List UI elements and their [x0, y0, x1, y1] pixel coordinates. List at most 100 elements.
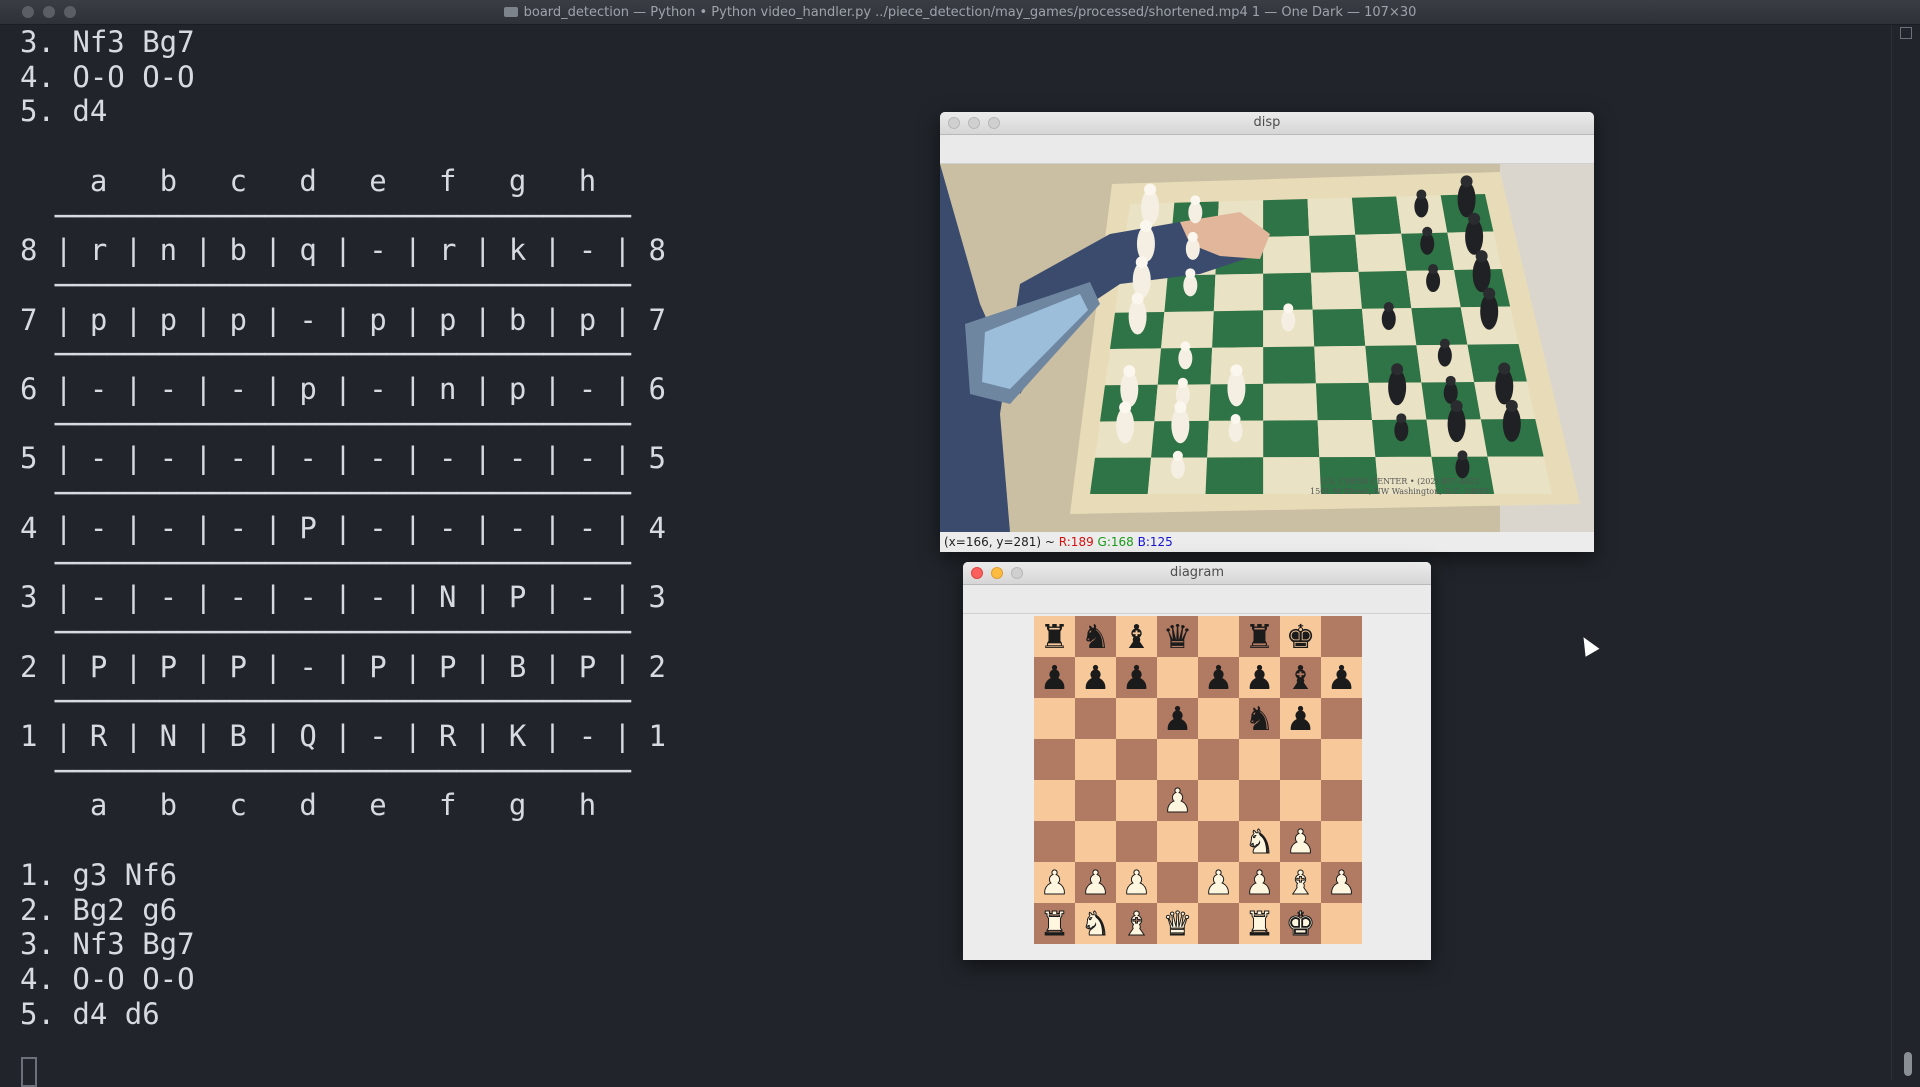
- board-square[interactable]: [1034, 698, 1075, 739]
- terminal-scrollbar[interactable]: [1891, 25, 1920, 1080]
- terminal-line: 5. d4: [20, 94, 108, 129]
- board-square[interactable]: [1157, 739, 1198, 780]
- board-square[interactable]: ♞: [1239, 698, 1280, 739]
- diagram-title-bar[interactable]: diagram: [963, 562, 1431, 585]
- board-square[interactable]: [1075, 780, 1116, 821]
- photo-white-pawn: [1185, 231, 1200, 260]
- photo-board-square: [1314, 345, 1369, 384]
- board-square[interactable]: ♟: [1116, 862, 1157, 903]
- board-square[interactable]: ♝: [1280, 657, 1321, 698]
- board-square[interactable]: [1075, 698, 1116, 739]
- photo-board-square: [1263, 199, 1310, 237]
- board-square[interactable]: [1280, 739, 1321, 780]
- board-square[interactable]: ♝: [1116, 903, 1157, 944]
- board-square[interactable]: [1198, 821, 1239, 862]
- board-square[interactable]: [1198, 698, 1239, 739]
- zoom-button[interactable]: [64, 6, 76, 18]
- board-square[interactable]: [1280, 780, 1321, 821]
- board-square[interactable]: [1157, 821, 1198, 862]
- board-square[interactable]: ♚: [1280, 616, 1321, 657]
- board-square[interactable]: ♟: [1034, 657, 1075, 698]
- disp-window-controls[interactable]: [948, 117, 1000, 129]
- board-square[interactable]: [1321, 698, 1362, 739]
- board-square[interactable]: ♟: [1198, 862, 1239, 903]
- board-square[interactable]: ♞: [1075, 616, 1116, 657]
- board-square[interactable]: [1116, 698, 1157, 739]
- terminal-line: ─────────────────────────────────: [20, 476, 632, 511]
- board-square[interactable]: ♞: [1075, 903, 1116, 944]
- board-square[interactable]: [1198, 739, 1239, 780]
- scroll-top-icon: [1900, 27, 1912, 39]
- scrollbar-thumb[interactable]: [1904, 1052, 1912, 1076]
- disp-title-bar[interactable]: disp: [940, 112, 1594, 135]
- board-square[interactable]: [1321, 903, 1362, 944]
- board-square[interactable]: ♟: [1034, 862, 1075, 903]
- board-square[interactable]: ♟: [1075, 862, 1116, 903]
- board-square[interactable]: [1034, 780, 1075, 821]
- board-square[interactable]: ♜: [1034, 903, 1075, 944]
- board-square[interactable]: [1321, 780, 1362, 821]
- board-square[interactable]: [1198, 903, 1239, 944]
- minimize-button[interactable]: [968, 117, 980, 129]
- board-square[interactable]: [1157, 862, 1198, 903]
- board-square[interactable]: ♜: [1239, 903, 1280, 944]
- board-square[interactable]: ♟: [1280, 821, 1321, 862]
- board-square[interactable]: ♞: [1239, 821, 1280, 862]
- close-button[interactable]: [948, 117, 960, 129]
- black-rook-icon: ♜: [1039, 617, 1070, 656]
- board-square[interactable]: ♟: [1198, 657, 1239, 698]
- board-square[interactable]: [1239, 780, 1280, 821]
- board-square[interactable]: ♟: [1280, 698, 1321, 739]
- board-square[interactable]: [1157, 657, 1198, 698]
- window-controls[interactable]: [22, 6, 76, 18]
- board-square[interactable]: [1034, 739, 1075, 780]
- board-square[interactable]: [1075, 821, 1116, 862]
- board-square[interactable]: ♟: [1239, 657, 1280, 698]
- board-square[interactable]: ♟: [1321, 862, 1362, 903]
- terminal-title-bar[interactable]: board_detection — Python • Python video_…: [0, 0, 1920, 25]
- white-bishop-icon: ♝: [1121, 904, 1152, 944]
- board-square[interactable]: [1198, 616, 1239, 657]
- photo-board-square: [1263, 346, 1316, 384]
- chess-diagram-board[interactable]: ♜ ♞ ♝ ♛ ♜ ♚ ♟ ♟ ♟ ♟ ♟ ♝ ♟ ♟ ♞ ♟ ♟ ♞ ♟ ♟ ♟ ♟ ♟ ♟ ♝ ♟ ♜ ♞ ♝ ♛ ♜ ♚: [1034, 616, 1362, 944]
- terminal-cursor: [21, 1057, 37, 1087]
- zoom-button[interactable]: [988, 117, 1000, 129]
- board-square[interactable]: ♛: [1157, 903, 1198, 944]
- board-square[interactable]: ♟: [1157, 698, 1198, 739]
- board-square[interactable]: [1321, 739, 1362, 780]
- chessboard-photo: U.S. CHESS CENTER • (202) 857-4922 1501 …: [940, 164, 1594, 532]
- board-square[interactable]: [1321, 616, 1362, 657]
- board-square[interactable]: [1198, 780, 1239, 821]
- board-square[interactable]: ♟: [1239, 862, 1280, 903]
- board-square[interactable]: ♟: [1157, 780, 1198, 821]
- board-square[interactable]: ♟: [1075, 657, 1116, 698]
- minimize-button[interactable]: [43, 6, 55, 18]
- minimize-button[interactable]: [991, 567, 1003, 579]
- board-square[interactable]: [1116, 780, 1157, 821]
- status-red: R:189: [1058, 535, 1094, 549]
- board-square[interactable]: ♟: [1321, 657, 1362, 698]
- board-square[interactable]: ♜: [1034, 616, 1075, 657]
- diagram-toolbar: [963, 585, 1431, 614]
- board-square[interactable]: [1075, 739, 1116, 780]
- video-frame[interactable]: U.S. CHESS CENTER • (202) 857-4922 1501 …: [940, 164, 1594, 532]
- disp-window[interactable]: disp U.S. CHESS CENTER • (202) 857-4922 …: [940, 112, 1594, 552]
- disp-toolbar: [940, 135, 1594, 164]
- board-square[interactable]: ♛: [1157, 616, 1198, 657]
- close-button[interactable]: [22, 6, 34, 18]
- diagram-window[interactable]: diagram ♜ ♞ ♝ ♛ ♜ ♚ ♟ ♟ ♟ ♟ ♟ ♝ ♟ ♟ ♞ ♟ ♟ ♞ ♟ ♟ ♟ ♟ ♟ ♟ ♝ ♟ ♜ ♞ ♝ ♛ ♜ ♚: [963, 562, 1431, 960]
- board-square[interactable]: ♜: [1239, 616, 1280, 657]
- board-square[interactable]: ♝: [1280, 862, 1321, 903]
- board-square[interactable]: [1116, 739, 1157, 780]
- photo-black-pawn: [1455, 450, 1470, 479]
- board-square[interactable]: ♚: [1280, 903, 1321, 944]
- close-button[interactable]: [971, 567, 983, 579]
- zoom-button[interactable]: [1011, 567, 1023, 579]
- diagram-window-controls[interactable]: [971, 567, 1023, 579]
- board-square[interactable]: [1239, 739, 1280, 780]
- board-square[interactable]: [1116, 821, 1157, 862]
- board-square[interactable]: ♟: [1116, 657, 1157, 698]
- board-square[interactable]: [1321, 821, 1362, 862]
- board-square[interactable]: ♝: [1116, 616, 1157, 657]
- board-square[interactable]: [1034, 821, 1075, 862]
